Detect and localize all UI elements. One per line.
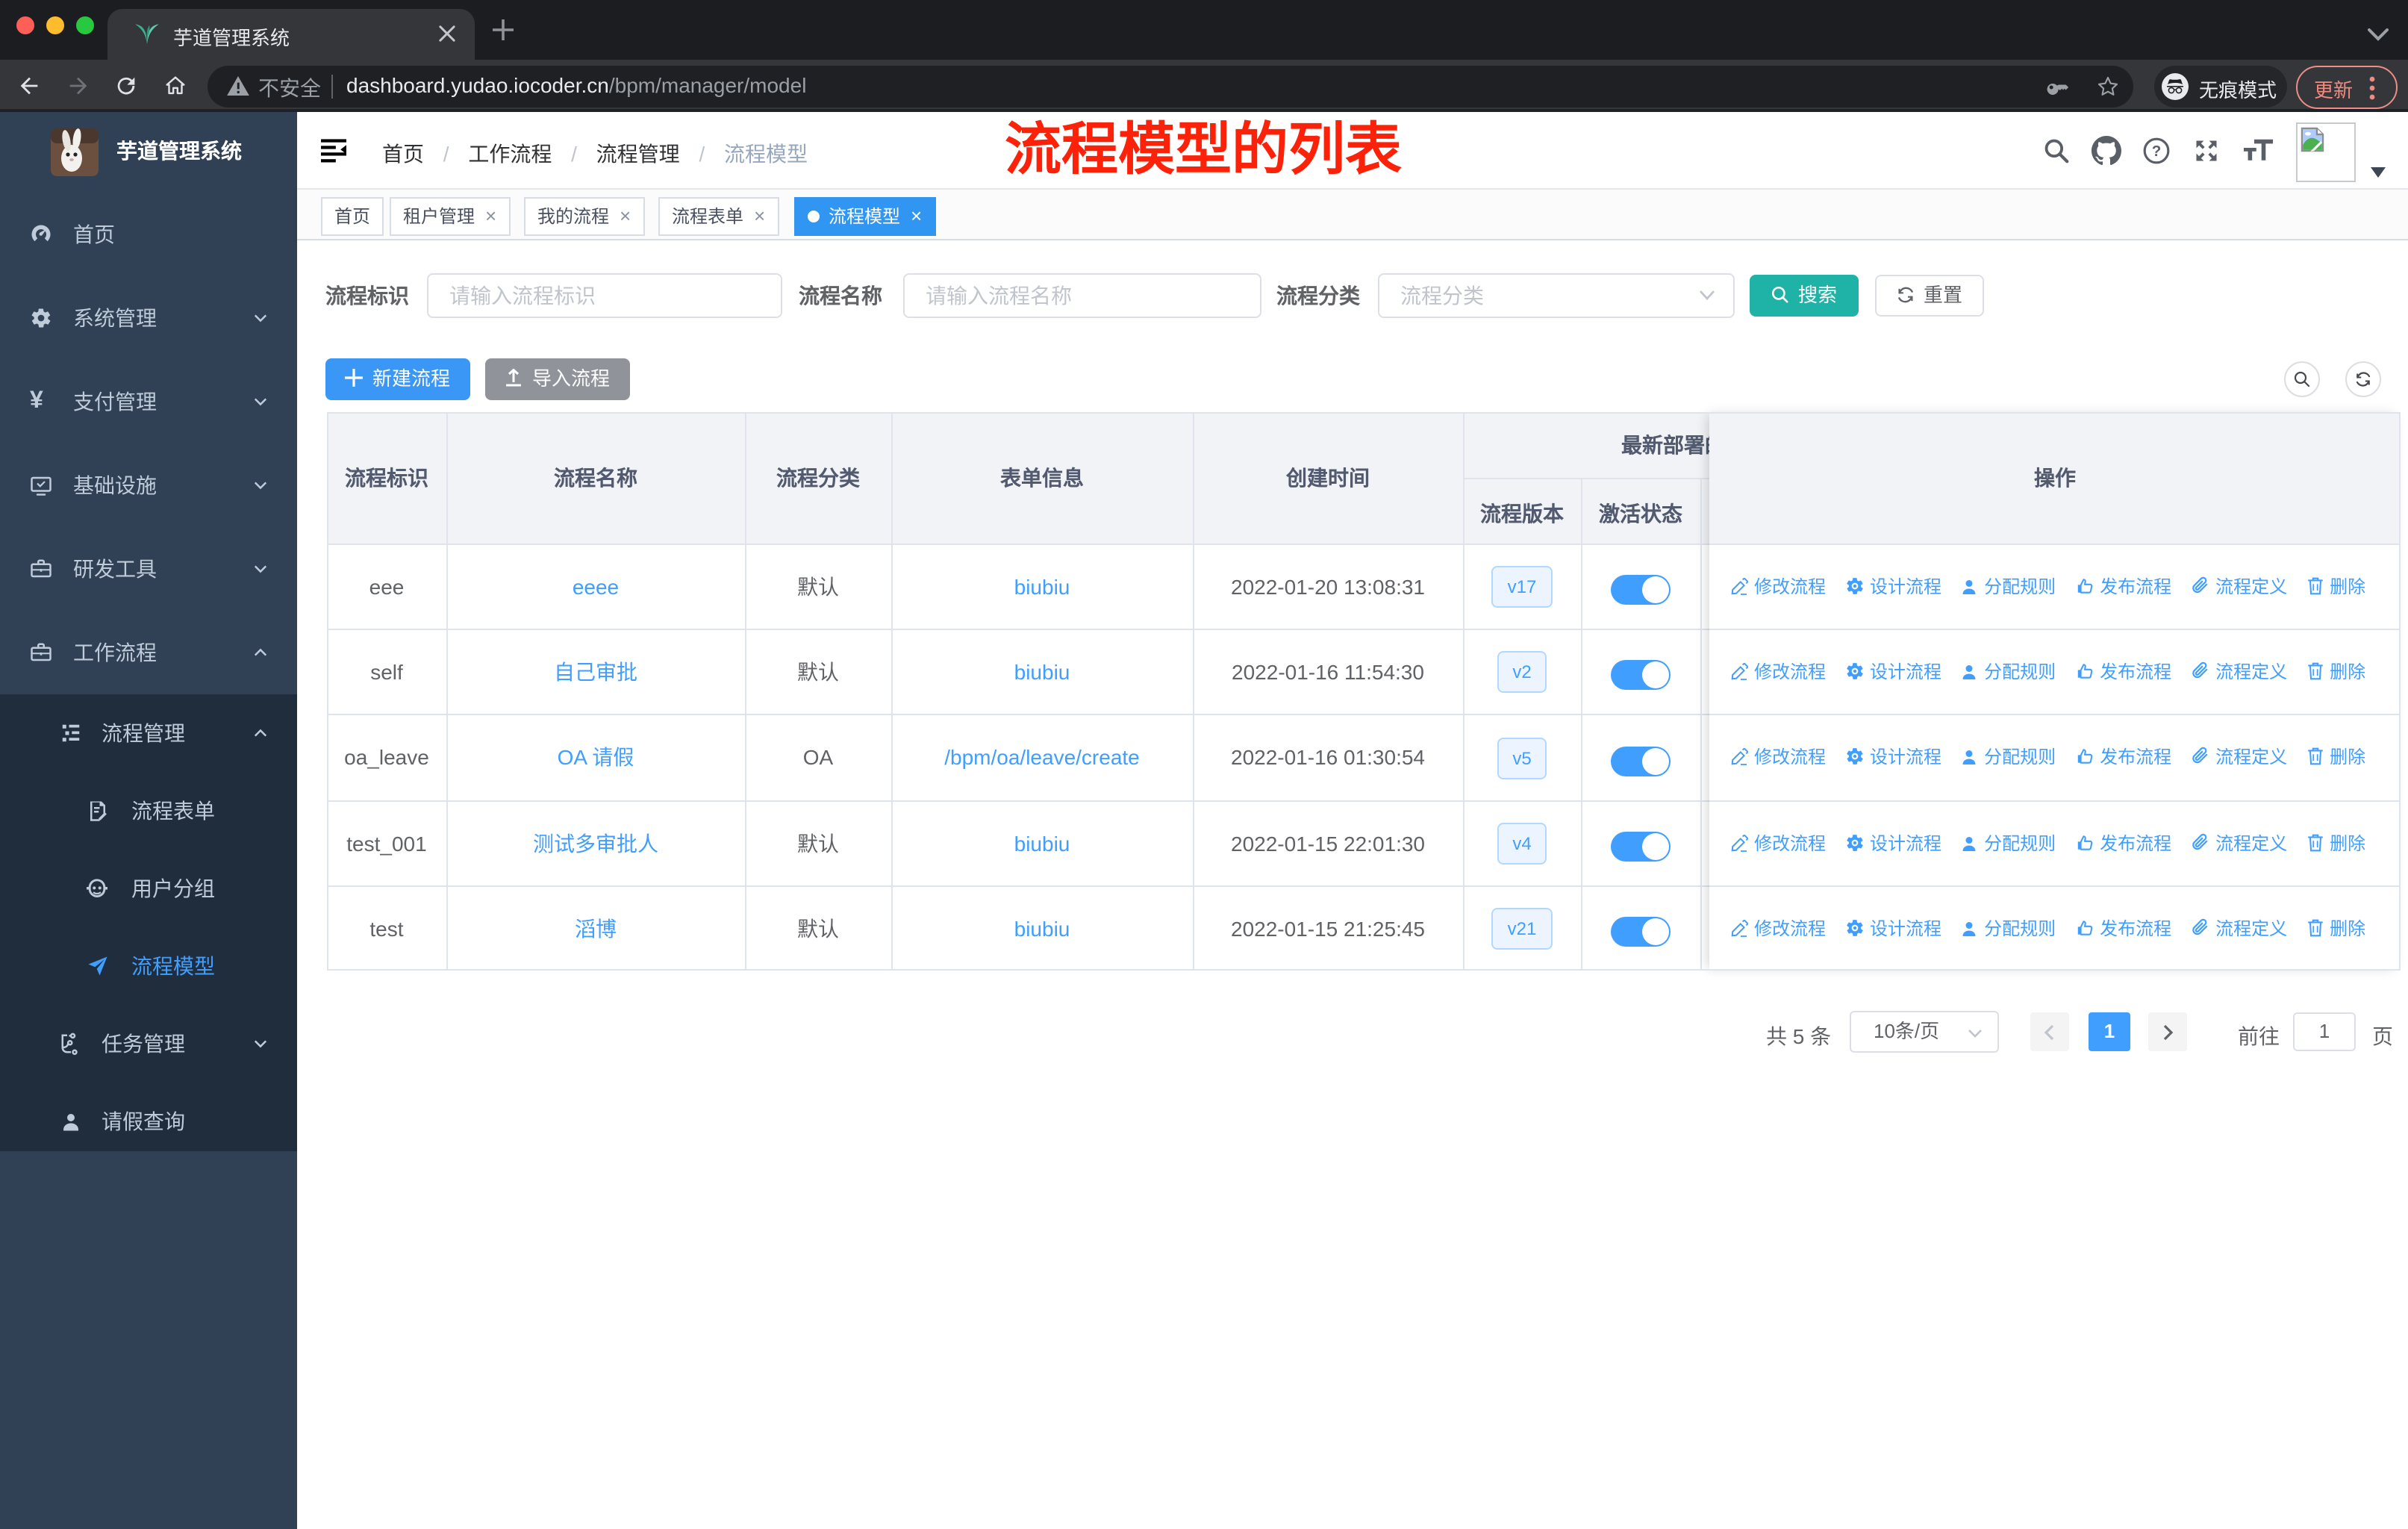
- svg-text:?: ?: [2152, 142, 2162, 159]
